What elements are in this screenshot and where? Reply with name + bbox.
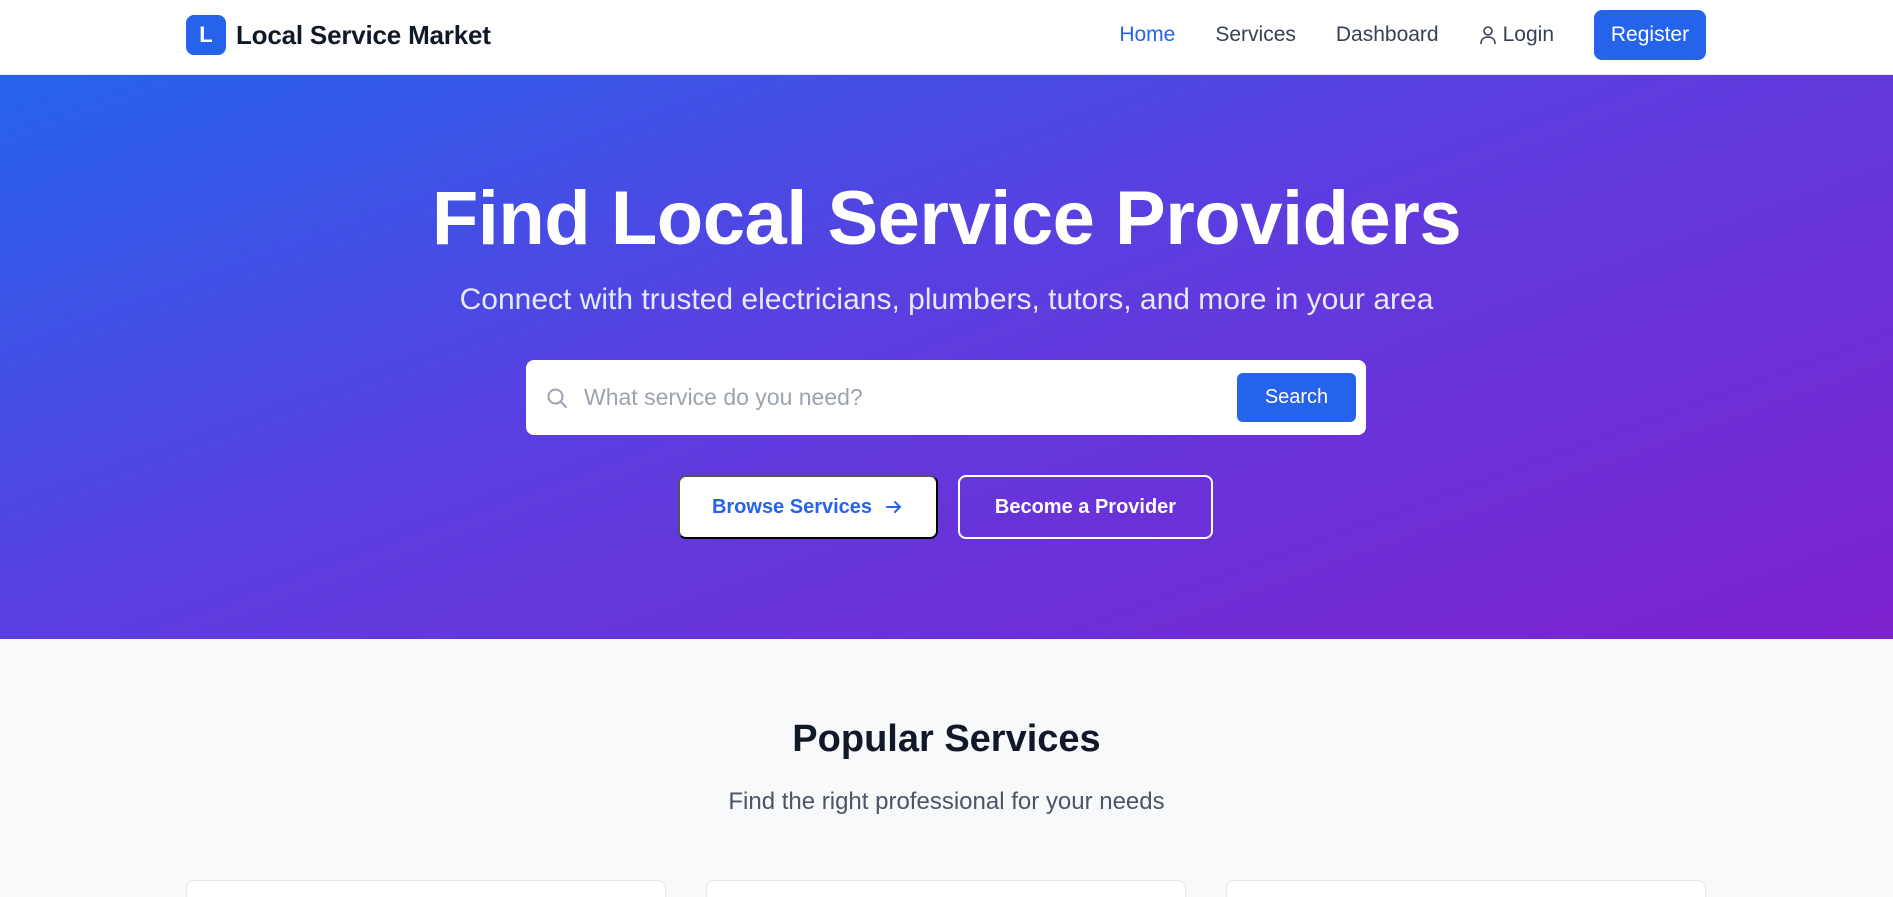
hero-subtitle: Connect with trusted electricians, plumb… [459, 283, 1434, 316]
nav-login-label: Login [1502, 23, 1554, 46]
popular-services-title: Popular Services [792, 718, 1101, 760]
popular-services-subtitle: Find the right professional for your nee… [728, 788, 1165, 815]
register-button[interactable]: Register [1594, 10, 1706, 60]
nav-login[interactable]: Login [1479, 23, 1554, 47]
service-card[interactable] [1226, 880, 1706, 897]
nav-services[interactable]: Services [1215, 23, 1296, 47]
hero-section: Find Local Service Providers Connect wit… [0, 75, 1893, 639]
search-input[interactable] [584, 360, 1224, 435]
main-nav: Home Services Dashboard Login Register [1119, 10, 1706, 60]
become-provider-button[interactable]: Become a Provider [958, 475, 1213, 539]
nav-home[interactable]: Home [1119, 23, 1175, 47]
search-icon [547, 388, 567, 408]
brand-name[interactable]: Local Service Market [236, 20, 491, 51]
hero-title: Find Local Service Providers [431, 176, 1462, 261]
nav-dashboard[interactable]: Dashboard [1336, 23, 1439, 47]
browse-services-button[interactable]: Browse Services [678, 475, 938, 539]
search-bar: Search [526, 360, 1366, 435]
brand-logo[interactable]: L [186, 15, 226, 55]
site-header: L Local Service Market Home Services Das… [0, 0, 1893, 75]
arrow-right-icon [886, 501, 902, 513]
brand[interactable]: L Local Service Market [186, 15, 491, 55]
service-card[interactable] [706, 880, 1186, 897]
browse-services-label: Browse Services [711, 495, 873, 518]
user-icon [1479, 26, 1496, 45]
service-card[interactable] [186, 880, 666, 897]
search-button[interactable]: Search [1237, 373, 1356, 422]
